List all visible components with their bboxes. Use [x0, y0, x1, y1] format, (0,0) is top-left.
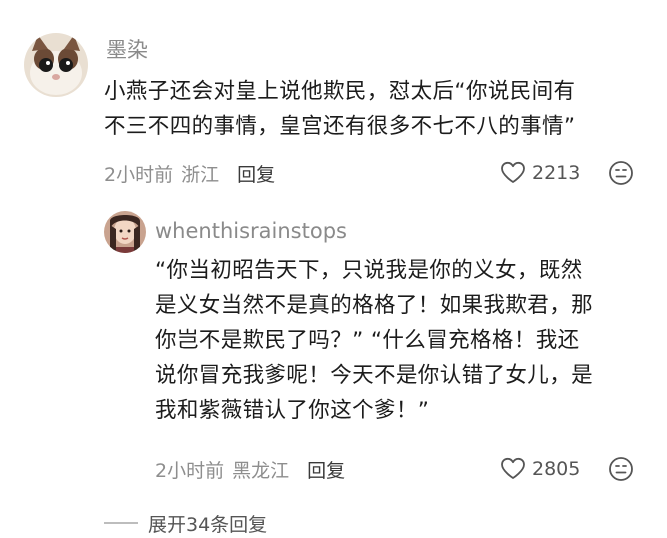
- like-count: 2213: [532, 162, 581, 184]
- reply-location: 黑龙江: [232, 459, 290, 482]
- like-button[interactable]: 2213: [500, 158, 580, 188]
- reply-text-line: 说你冒充我爹呢！今天不是你认错了女儿，是: [155, 363, 594, 388]
- comment-text-line: 小燕子还会对皇上说他欺民，怼太后“你说民间有: [104, 79, 576, 104]
- heart-outline-icon: [501, 457, 525, 479]
- reply-username[interactable]: whenthisrainstops: [155, 217, 347, 245]
- reply-meta: 2小时前 黑龙江 回复: [155, 454, 345, 484]
- expand-replies-button[interactable]: 展开34条回复: [104, 508, 267, 538]
- dislike-button[interactable]: [608, 456, 634, 482]
- comment-meta: 2小时前 浙江 回复: [104, 158, 275, 188]
- reply-text: “你当初昭告天下，只说我是你的义女，既然 是义女当然不是真的格格了！如果我欺君，…: [155, 253, 593, 428]
- comment-text-line: 不三不四的事情，皇宫还有很多不七不八的事情”: [104, 114, 576, 139]
- reply-text-line: 我和紫薇错认了你这个爹！”: [155, 398, 430, 423]
- reply-time: 2小时前: [155, 459, 225, 482]
- comment-username[interactable]: 墨染: [106, 36, 148, 64]
- frown-face-icon: [609, 161, 633, 185]
- dislike-button[interactable]: [608, 160, 634, 186]
- cat-avatar-image: [24, 33, 88, 97]
- comment-location: 浙江: [181, 163, 220, 186]
- expand-divider: [104, 522, 138, 524]
- like-button[interactable]: 2805: [500, 454, 580, 484]
- person-avatar[interactable]: [104, 211, 146, 253]
- reply-text-line: “你当初昭告天下，只说我是你的义女，既然: [155, 258, 583, 283]
- comment-text: 小燕子还会对皇上说他欺民，怼太后“你说民间有 不三不四的事情，皇宫还有很多不七不…: [104, 74, 575, 144]
- person-avatar-image: [104, 211, 146, 253]
- reply-text-line: 你岂不是欺民了吗？” “什么冒充格格！我还: [155, 328, 580, 353]
- heart-outline-icon: [501, 161, 525, 183]
- like-count: 2805: [532, 458, 581, 480]
- cat-avatar[interactable]: [24, 33, 88, 97]
- reply-button[interactable]: 回复: [307, 456, 345, 483]
- frown-face-icon: [609, 457, 633, 481]
- reply-button[interactable]: 回复: [237, 160, 275, 187]
- comment-time: 2小时前: [104, 163, 174, 186]
- expand-replies-label: 展开34条回复: [148, 513, 268, 536]
- reply-text-line: 是义女当然不是真的格格了！如果我欺君，那: [155, 293, 594, 318]
